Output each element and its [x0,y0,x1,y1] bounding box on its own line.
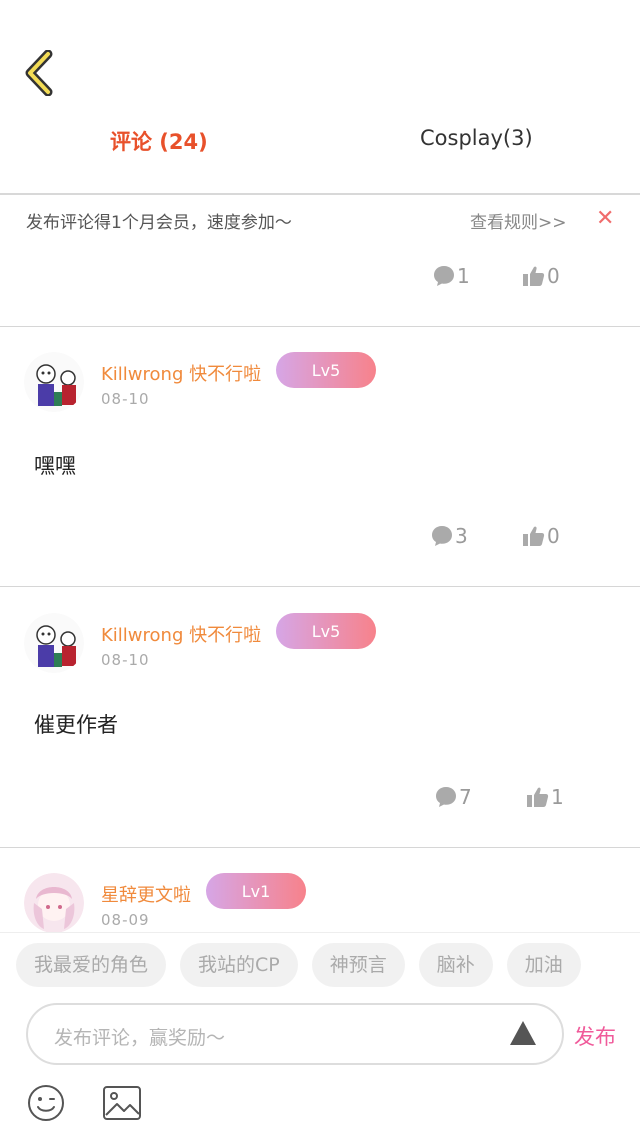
quick-tag-list: 我最爱的角色 我站的CP 神预言 脑补 加油 [16,943,640,987]
publish-button[interactable]: 发布 [574,1021,616,1051]
comment-input[interactable]: 发布评论，赢奖励～ [26,1003,564,1065]
like-button[interactable]: 0 [522,524,560,548]
comment-count[interactable]: 1 [432,264,470,288]
comment-date: 08-10 [101,651,150,669]
promo-notice: 发布评论得1个月会员，速度参加～ 查看规则>> ✕ [0,206,640,236]
comment-count-value: 1 [457,264,470,288]
close-icon[interactable]: ✕ [596,206,614,231]
divider [0,847,640,848]
tab-cosplay[interactable]: Cosplay(3) [420,126,533,150]
composer-bar: 我最爱的角色 我站的CP 神预言 脑补 加油 发布评论，赢奖励～ 发布 [0,932,640,1139]
quick-tag[interactable]: 加油 [506,943,581,987]
like-button[interactable]: 1 [526,785,564,809]
comment-stats: 7 1 [0,785,640,815]
reply-count: 7 [459,785,472,809]
avatar-image [24,873,84,933]
avatar-image [24,613,84,673]
like-count[interactable]: 0 [522,264,560,288]
level-badge: Lv5 [276,352,376,388]
triangle-send-icon[interactable] [508,1018,538,1048]
avatar[interactable] [24,873,84,933]
comment-item: Killwrong 快不行啦 Lv5 08-10 嘿嘿 3 0 [0,352,640,552]
back-chevron-icon [25,49,53,97]
divider [0,326,640,327]
comment-text: 嘿嘿 [34,454,76,478]
like-count: 1 [551,785,564,809]
quick-tag[interactable]: 脑补 [418,943,493,987]
comment-stats: 3 0 [0,524,640,554]
comment-item: Killwrong 快不行啦 Lv5 08-10 催更作者 7 1 [0,613,640,813]
quick-tag[interactable]: 神预言 [311,943,405,987]
tab-bar: 评论 (24) Cosplay(3) [0,126,640,166]
view-rules-link[interactable]: 查看规则>> [470,208,567,233]
username[interactable]: Killwrong 快不行啦 [101,621,261,647]
post-stats: 1 0 [0,264,640,294]
quick-tag[interactable]: 我最爱的角色 [16,943,167,987]
quick-tag[interactable]: 我站的CP [180,943,298,987]
thumbs-up-icon [523,526,545,546]
comment-bubble-icon [432,526,452,546]
username[interactable]: Killwrong 快不行啦 [101,360,261,386]
reply-count: 3 [455,524,468,548]
comment-date: 08-10 [101,390,150,408]
comment-text: 催更作者 [34,713,118,737]
thumbs-up-icon [527,787,549,807]
tab-comments[interactable]: 评论 (24) [110,126,208,156]
back-button[interactable] [22,49,62,97]
comment-item: 星辞更文啦 Lv1 08-09 [0,873,640,933]
username[interactable]: 星辞更文啦 [101,881,191,907]
comment-date: 08-09 [101,911,150,929]
avatar[interactable] [24,352,84,412]
comment-bubble-icon [434,266,454,286]
divider [0,586,640,587]
reply-button[interactable]: 7 [434,785,472,809]
emoji-icon[interactable] [26,1083,66,1123]
level-badge: Lv1 [206,873,306,909]
reply-button[interactable]: 3 [430,524,468,548]
comment-bubble-icon [436,787,456,807]
avatar[interactable] [24,613,84,673]
like-count-value: 0 [547,264,560,288]
comment-input-placeholder: 发布评论，赢奖励～ [54,1027,226,1049]
notice-text: 发布评论得1个月会员，速度参加～ [26,213,292,233]
tabs-divider [0,193,640,195]
image-icon[interactable] [102,1085,142,1121]
like-count: 0 [547,524,560,548]
level-badge: Lv5 [276,613,376,649]
avatar-image [24,352,84,412]
thumbs-up-icon [523,266,545,286]
